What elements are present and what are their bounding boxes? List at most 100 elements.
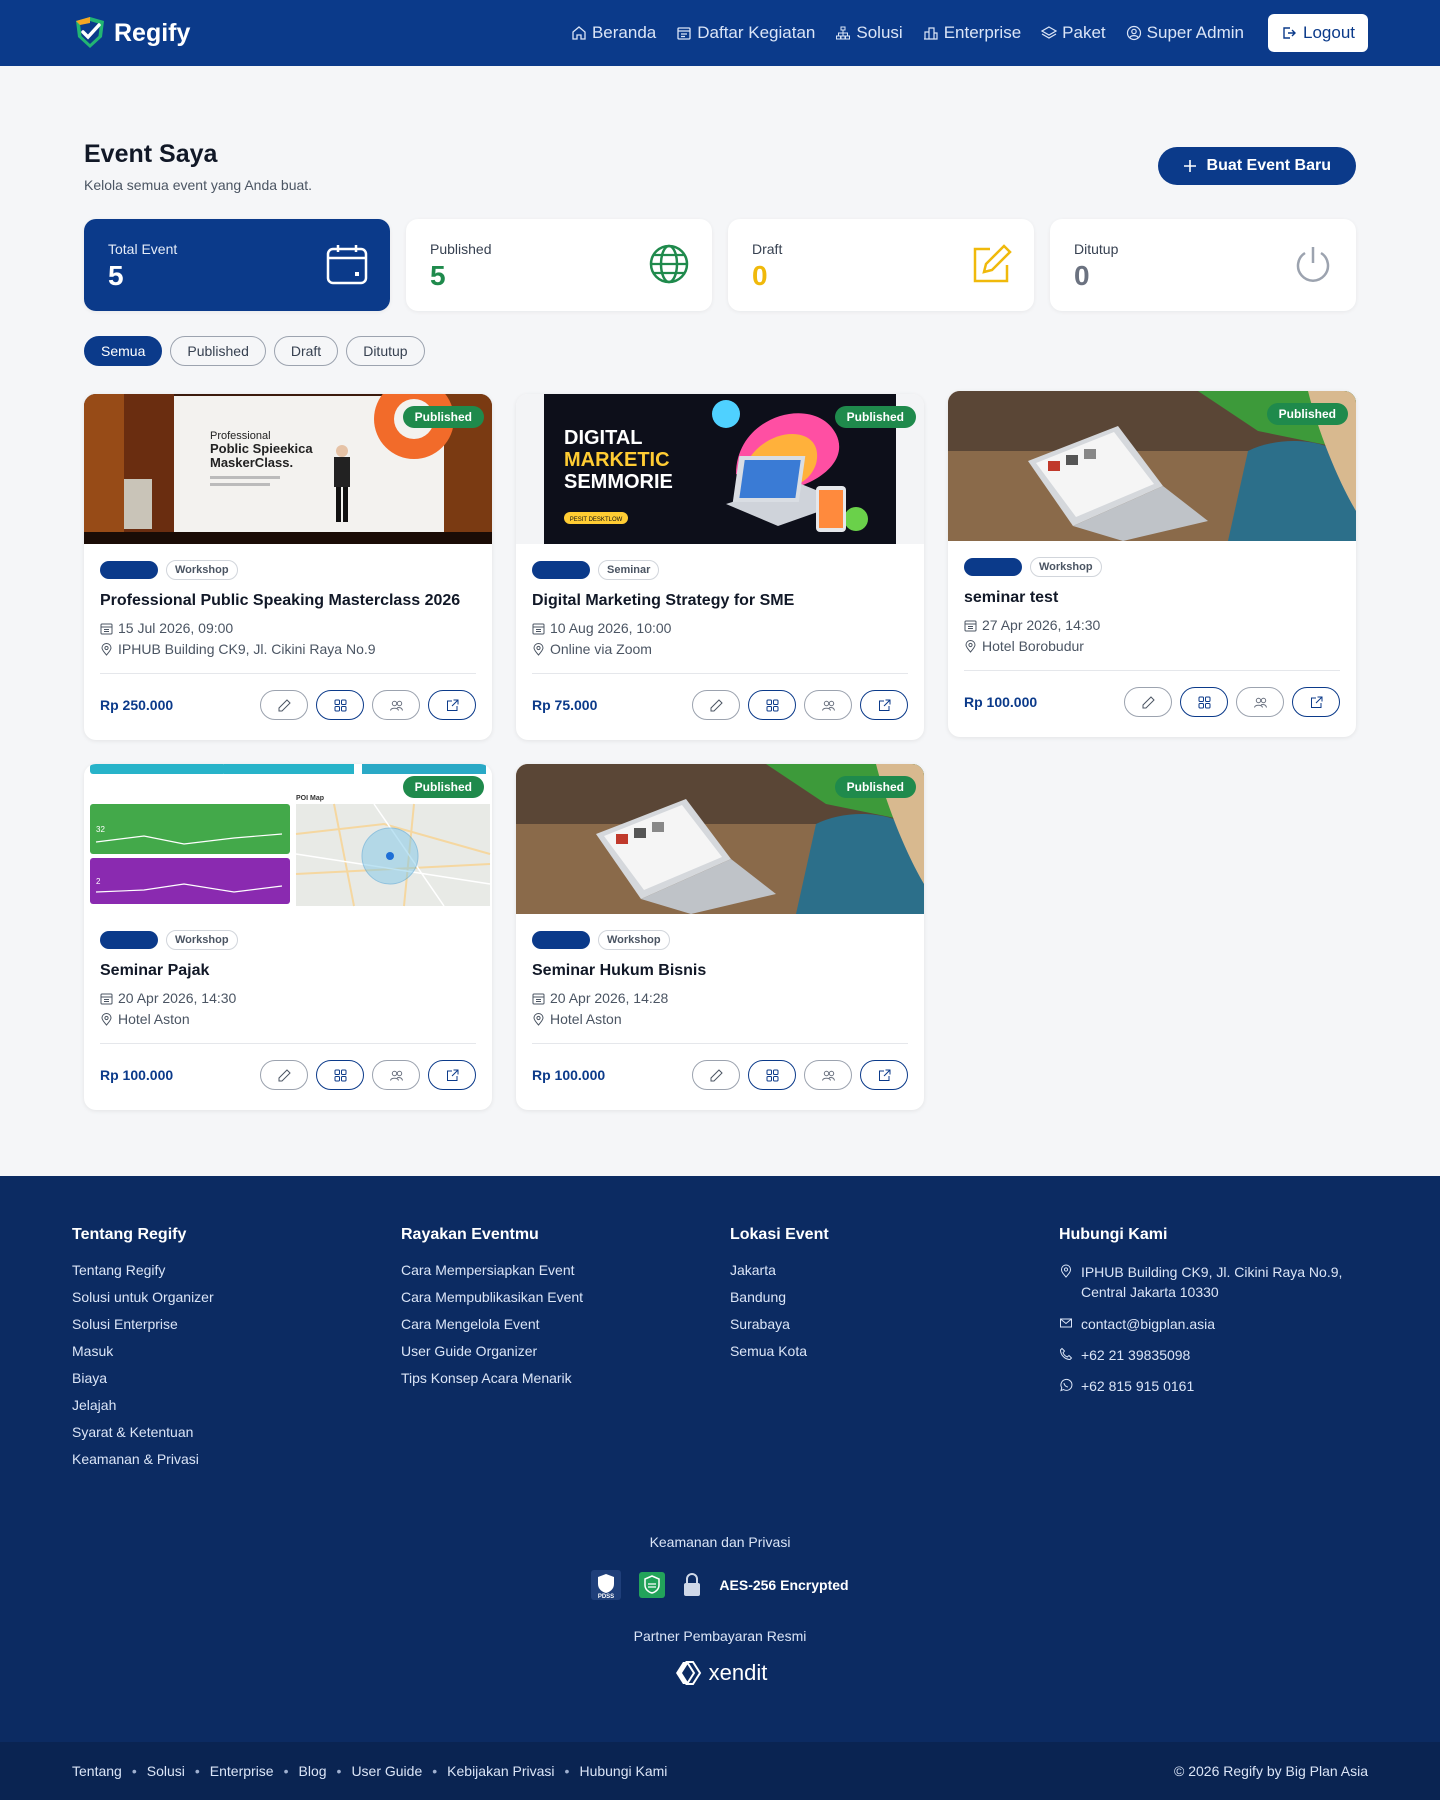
- event-card[interactable]: 32 2 POI Map Published Workshop Seminar …: [84, 764, 492, 1110]
- dashboard-button[interactable]: [748, 690, 796, 720]
- event-title[interactable]: Seminar Pajak: [100, 962, 476, 980]
- participants-button[interactable]: [372, 1060, 420, 1090]
- participants-button[interactable]: [372, 690, 420, 720]
- nav-paket[interactable]: Paket: [1041, 23, 1106, 43]
- footer-link[interactable]: Surabaya: [730, 1316, 1059, 1332]
- event-location: Hotel Borobudur: [964, 638, 1340, 654]
- bottom-link[interactable]: Hubungi Kami: [579, 1763, 667, 1779]
- nav-daftar-kegiatan-label: Daftar Kegiatan: [697, 23, 816, 42]
- footer-link[interactable]: Cara Mempersiapkan Event: [401, 1262, 730, 1278]
- bottom-link[interactable]: Kebijakan Privasi: [447, 1763, 554, 1779]
- site-footer: Tentang Regify Tentang Regify Solusi unt…: [0, 1176, 1440, 1800]
- event-location-text: Hotel Borobudur: [982, 638, 1084, 654]
- create-event-button[interactable]: Buat Event Baru: [1157, 147, 1356, 185]
- dashboard-button[interactable]: [316, 1060, 364, 1090]
- open-external-button[interactable]: [860, 690, 908, 720]
- footer-link[interactable]: Biaya: [72, 1370, 401, 1386]
- bottom-link[interactable]: Tentang: [72, 1763, 122, 1779]
- contact-phone[interactable]: +62 21 39835098: [1059, 1345, 1368, 1365]
- participants-button[interactable]: [804, 1060, 852, 1090]
- users-icon: [821, 700, 835, 711]
- contact-phone-text: +62 21 39835098: [1080, 1346, 1191, 1363]
- footer-link[interactable]: Jakarta: [730, 1262, 1059, 1278]
- users-icon: [1253, 697, 1267, 708]
- filter-draft[interactable]: Draft: [273, 336, 339, 366]
- nav-enterprise[interactable]: Enterprise: [923, 23, 1021, 43]
- edit-button[interactable]: [260, 1060, 308, 1090]
- edit-button[interactable]: [692, 1060, 740, 1090]
- event-title[interactable]: Digital Marketing Strategy for SME: [532, 592, 908, 610]
- image-text-line3: MaskerClass.: [210, 455, 293, 470]
- event-thumbnail: Professional Poblic Spieekica MaskerClas…: [84, 394, 492, 544]
- image-stat-1: 32: [96, 825, 105, 834]
- open-external-button[interactable]: [428, 1060, 476, 1090]
- footer-link[interactable]: Solusi untuk Organizer: [72, 1289, 401, 1305]
- footer-link[interactable]: Keamanan & Privasi: [72, 1451, 401, 1467]
- bottom-link[interactable]: Solusi: [147, 1763, 185, 1779]
- stat-total-event[interactable]: Total Event 5: [84, 219, 390, 311]
- event-card[interactable]: Published Workshop Seminar Hukum Bisnis …: [516, 764, 924, 1110]
- open-external-button[interactable]: [1292, 687, 1340, 717]
- xendit-logo[interactable]: xendit: [0, 1658, 1440, 1688]
- contact-email[interactable]: contact@bigplan.asia: [1059, 1314, 1368, 1334]
- filter-published[interactable]: Published: [170, 336, 266, 366]
- event-title[interactable]: seminar test: [964, 589, 1340, 607]
- footer-heading: Rayakan Eventmu: [400, 1226, 539, 1243]
- footer-link[interactable]: Jelajah: [72, 1397, 401, 1413]
- aes-label: AES-256 Encrypted: [719, 1577, 849, 1593]
- open-external-button[interactable]: [428, 690, 476, 720]
- contact-whatsapp[interactable]: +62 815 915 0161: [1059, 1376, 1368, 1396]
- participants-button[interactable]: [804, 690, 852, 720]
- event-date-text: 27 Apr 2026, 14:30: [982, 617, 1101, 633]
- footer-link[interactable]: User Guide Organizer: [401, 1343, 730, 1359]
- contact-email-text: contact@bigplan.asia: [1080, 1315, 1216, 1332]
- footer-link[interactable]: Masuk: [72, 1343, 401, 1359]
- stat-draft[interactable]: Draft 0: [728, 219, 1034, 311]
- footer-link[interactable]: Bandung: [730, 1289, 1059, 1305]
- copyright: © 2026 Regify by Big Plan Asia: [1174, 1763, 1368, 1779]
- event-date: 20 Apr 2026, 14:28: [532, 990, 908, 1006]
- footer-link[interactable]: Solusi Enterprise: [72, 1316, 401, 1332]
- event-title[interactable]: Seminar Hukum Bisnis: [532, 962, 908, 980]
- dashboard-button[interactable]: [1180, 687, 1228, 717]
- event-thumbnail: Published: [516, 764, 924, 914]
- footer-link[interactable]: Cara Mengelola Event: [401, 1316, 730, 1332]
- event-title[interactable]: Professional Public Speaking Masterclass…: [100, 592, 476, 610]
- nav-super-admin[interactable]: Super Admin: [1126, 23, 1244, 43]
- event-location-text: Hotel Aston: [118, 1011, 190, 1027]
- event-card[interactable]: DIGITAL MARKETIC SEMMORIE PESIT DESKTLOW…: [516, 394, 924, 740]
- bottom-link[interactable]: Blog: [299, 1763, 327, 1779]
- bottom-link[interactable]: User Guide: [351, 1763, 422, 1779]
- nav-beranda[interactable]: Beranda: [571, 23, 656, 43]
- top-navbar: Regify Beranda Daftar Kegiatan Solusi En…: [0, 0, 1440, 66]
- event-card[interactable]: Professional Poblic Spieekica MaskerClas…: [84, 394, 492, 740]
- footer-link[interactable]: Tentang Regify: [72, 1262, 401, 1278]
- open-external-button[interactable]: [860, 1060, 908, 1090]
- edit-button[interactable]: [260, 690, 308, 720]
- footer-link[interactable]: Semua Kota: [730, 1343, 1059, 1359]
- image-map-label: POI Map: [296, 795, 324, 802]
- participants-button[interactable]: [1236, 687, 1284, 717]
- event-grid: Professional Poblic Spieekica MaskerClas…: [84, 391, 1356, 1110]
- bottom-link[interactable]: Enterprise: [210, 1763, 274, 1779]
- event-location: IPHUB Building CK9, Jl. Cikini Raya No.9: [100, 641, 476, 657]
- dashboard-button[interactable]: [748, 1060, 796, 1090]
- pencil-square-icon: [973, 244, 1012, 283]
- filter-semua[interactable]: Semua: [84, 336, 163, 366]
- stat-published[interactable]: Published 5: [406, 219, 712, 311]
- edit-button[interactable]: [1124, 687, 1172, 717]
- event-card[interactable]: Published Workshop seminar test 27 Apr 2…: [948, 391, 1356, 737]
- filter-ditutup[interactable]: Ditutup: [346, 336, 425, 366]
- edit-button[interactable]: [692, 690, 740, 720]
- dashboard-button[interactable]: [316, 690, 364, 720]
- logout-button[interactable]: Logout: [1268, 14, 1368, 52]
- nav-solusi[interactable]: Solusi: [835, 23, 903, 43]
- stat-ditutup[interactable]: Ditutup 0: [1050, 219, 1356, 311]
- footer-link[interactable]: Tips Konsep Acara Menarik: [401, 1370, 730, 1386]
- nav-daftar-kegiatan[interactable]: Daftar Kegiatan: [676, 23, 815, 43]
- footer-link[interactable]: Cara Mempublikasikan Event: [401, 1289, 730, 1305]
- footer-link[interactable]: Syarat & Ketentuan: [72, 1424, 401, 1440]
- brand-logo[interactable]: Regify: [72, 15, 190, 51]
- category-color-pill: [532, 931, 590, 949]
- event-date-text: 20 Apr 2026, 14:28: [550, 990, 669, 1006]
